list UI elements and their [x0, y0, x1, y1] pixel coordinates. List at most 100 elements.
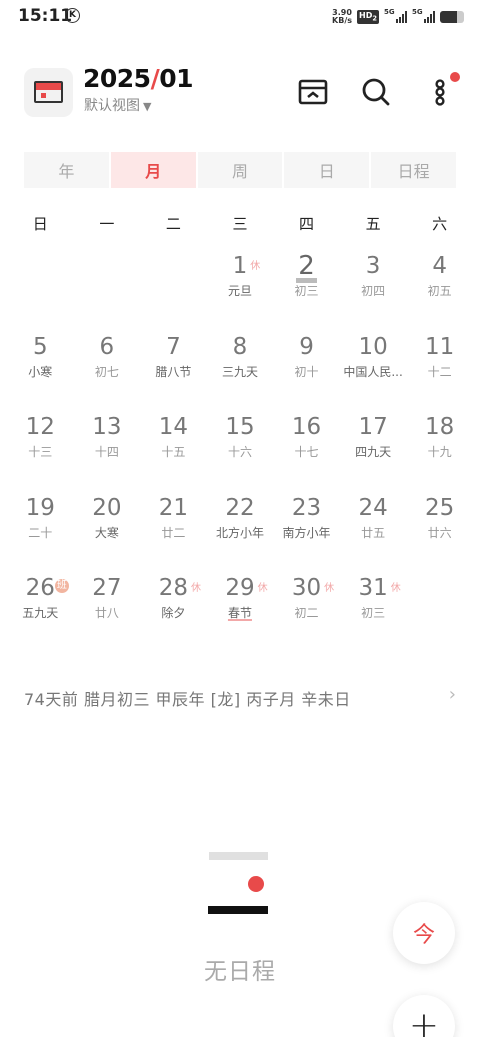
day-number: 22: [225, 494, 255, 521]
chevron-right-icon[interactable]: ›: [449, 684, 456, 705]
tab-schedule[interactable]: 日程: [371, 152, 456, 188]
status-bar: 15:11 K 3.90 KB/s HD2 5G 5G: [0, 0, 480, 34]
day-subtitle: 初五: [427, 284, 452, 298]
today-date: 2: [296, 251, 317, 283]
tab-week[interactable]: 周: [197, 152, 283, 188]
day-cell[interactable]: 29 休春节: [207, 570, 274, 651]
day-number: 4: [432, 253, 447, 279]
day-cell[interactable]: 7 腊八节: [140, 329, 207, 410]
day-cell[interactable]: 1 休元旦: [207, 248, 274, 329]
day-cell[interactable]: 26 班五九天: [7, 570, 74, 651]
holiday-badge: 休: [250, 261, 261, 272]
day-subtitle: 十七: [294, 445, 319, 459]
day-subtitle: 初二: [294, 606, 319, 620]
today-button[interactable]: 今: [393, 902, 455, 964]
day-number: 10: [358, 333, 388, 360]
day-number: 3: [365, 253, 381, 279]
day-subtitle: 廿二: [161, 525, 186, 540]
day-cell[interactable]: 2 初三: [273, 248, 340, 329]
day-cell[interactable]: 13 十四: [74, 409, 141, 490]
day-subtitle: 十五: [161, 445, 186, 459]
day-subtitle: 十四: [94, 445, 119, 459]
day-subtitle: 初四: [361, 284, 386, 298]
day-subtitle: 十六: [227, 445, 252, 459]
week-row: 19 二十 20 大寒 21 廿二 22 北方小年 23 南方小年 24 廿五 25 廿六: [7, 490, 473, 571]
day-subtitle: 大寒: [94, 525, 119, 540]
day-cell[interactable]: 4 初五: [406, 248, 473, 329]
day-number: 7: [166, 333, 181, 360]
day-number: 31 休: [358, 575, 401, 601]
day-cell[interactable]: 8 三九天: [207, 329, 274, 410]
inbox-button[interactable]: [297, 76, 329, 108]
day-subtitle: 四九天: [355, 445, 392, 459]
day-cell[interactable]: 11 十二: [406, 329, 473, 410]
day-subtitle: 元旦: [227, 284, 252, 298]
lunar-info[interactable]: 74天前 腊月初三 甲辰年 [龙] 丙子月 辛未日: [24, 686, 351, 710]
search-button[interactable]: [360, 76, 392, 108]
day-subtitle: 南方小年: [282, 525, 331, 540]
day-cell[interactable]: 15 十六: [207, 409, 274, 490]
day-cell[interactable]: 31 休初三: [340, 570, 407, 651]
day-cell[interactable]: 25 廿六: [406, 490, 473, 571]
month-grid: 1 休元旦 2 初三 3 初四 4 初五 5 小寒 6 初七 7 腊八节 8 三九天 9 初十 10 中国人民... 1…: [7, 248, 473, 651]
day-number: 5: [32, 333, 48, 360]
day-cell[interactable]: 18 十九: [406, 409, 473, 490]
holiday-badge: 休: [257, 583, 268, 594]
day-cell[interactable]: 12 十三: [7, 409, 74, 490]
day-number: 23: [291, 494, 322, 521]
chevron-down-icon: ▼: [143, 100, 152, 113]
battery-icon: [440, 11, 464, 23]
day-cell[interactable]: 21 廿二: [140, 490, 207, 571]
day-cell[interactable]: 9 初十: [273, 329, 340, 410]
day-number: 11: [425, 333, 455, 360]
day-cell[interactable]: 27 廿八: [74, 570, 141, 651]
day-cell[interactable]: 20 大寒: [74, 490, 141, 571]
signal-icon: 5G: [384, 8, 407, 23]
day-subtitle: 廿八: [94, 606, 119, 620]
holiday-badge: 休: [324, 583, 335, 594]
day-cell[interactable]: 3 初四: [340, 248, 407, 329]
workday-badge: 班: [54, 579, 69, 593]
day-cell[interactable]: 17 四九天: [340, 409, 407, 490]
day-cell[interactable]: 5 小寒: [7, 329, 74, 410]
tab-month[interactable]: 月: [110, 152, 196, 188]
day-cell[interactable]: 6 初七: [74, 329, 141, 410]
view-tabs: 年 月 周 日 日程: [24, 152, 456, 188]
day-cell[interactable]: 14 十五: [140, 409, 207, 490]
status-time: 15:11: [18, 6, 73, 26]
day-number: 21: [158, 494, 189, 521]
page-title[interactable]: 2025/01: [83, 64, 194, 93]
day-cell[interactable]: 28 休除夕: [140, 570, 207, 651]
status-indicators: 3.90 KB/s HD2 5G 5G: [332, 7, 464, 27]
day-number: 16: [291, 414, 322, 440]
weekday-label: 二: [165, 215, 181, 233]
add-event-button[interactable]: +: [393, 995, 455, 1037]
day-cell[interactable]: 30 休初二: [273, 570, 340, 651]
day-number: 15: [225, 414, 255, 440]
tab-day[interactable]: 日: [284, 152, 370, 188]
day-number: 18: [425, 414, 455, 440]
day-number: 30 休: [291, 575, 335, 601]
day-subtitle: 十九: [427, 445, 452, 459]
day-cell[interactable]: 10 中国人民...: [340, 329, 407, 410]
week-row: 26 班五九天 27 廿八 28 休除夕 29 休春节 30 休初二 31 休初三: [7, 570, 473, 651]
day-subtitle: 腊八节: [155, 364, 192, 379]
day-cell[interactable]: 16 十七: [273, 409, 340, 490]
empty-cell: [7, 248, 74, 329]
day-cell[interactable]: 23 南方小年: [273, 490, 340, 571]
day-number: 28 休: [158, 575, 202, 601]
day-number: 12: [25, 414, 55, 440]
day-subtitle: 小寒: [28, 364, 53, 379]
signal-icon-2: 5G: [412, 8, 435, 23]
day-subtitle: 廿六: [427, 525, 452, 540]
day-cell[interactable]: 24 廿五: [340, 490, 407, 571]
view-selector[interactable]: 默认视图 ▼: [84, 95, 151, 115]
weekday-label: 四: [299, 215, 315, 233]
day-cell[interactable]: 22 北方小年: [207, 490, 274, 571]
calendar-app-icon: [24, 68, 73, 117]
weekday-label: 日: [32, 215, 48, 233]
tab-year[interactable]: 年: [24, 152, 109, 188]
day-number: 1休: [232, 253, 261, 279]
day-cell[interactable]: 19 二十: [7, 490, 74, 571]
empty-schedule-illustration: [208, 852, 270, 916]
